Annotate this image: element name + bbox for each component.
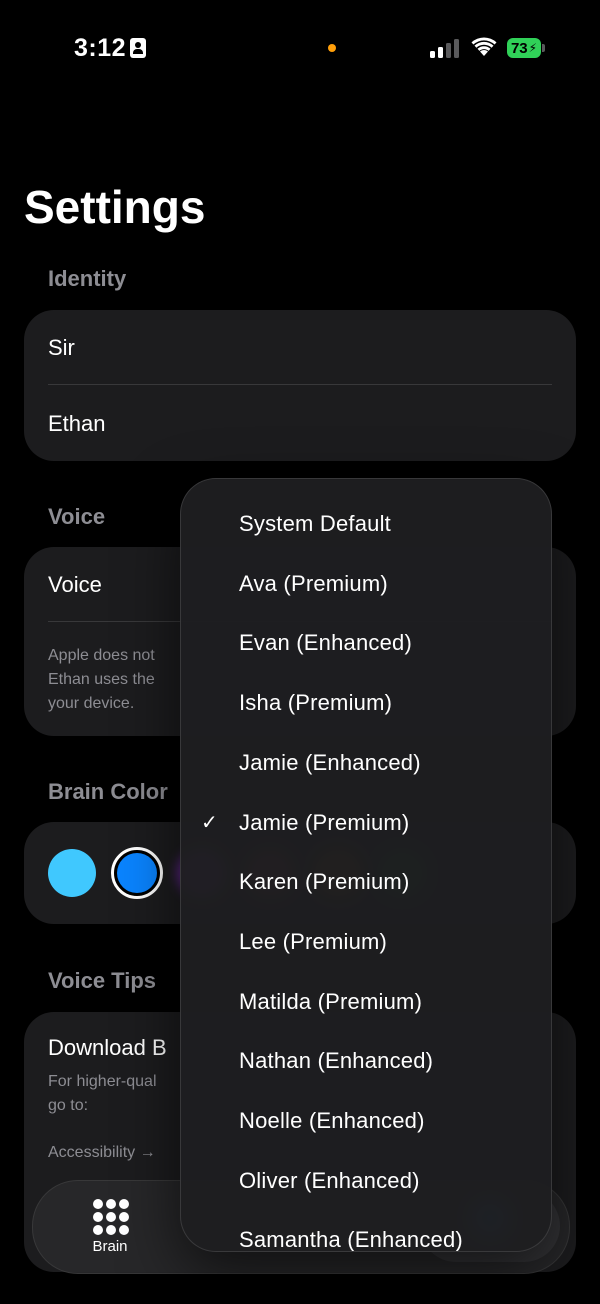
privacy-indicator-dot bbox=[328, 44, 336, 52]
voice-option[interactable]: Samantha (Enhanced) bbox=[181, 1215, 551, 1252]
voice-option[interactable]: Lee (Premium) bbox=[181, 917, 551, 967]
voice-option-label: Lee (Premium) bbox=[239, 928, 388, 954]
voice-option-label: Evan (Enhanced) bbox=[239, 630, 412, 656]
voice-option[interactable]: Nathan (Enhanced) bbox=[181, 1036, 551, 1086]
cellular-signal-icon bbox=[430, 38, 460, 58]
identity-card bbox=[24, 310, 576, 461]
identity-divider bbox=[48, 384, 552, 385]
voice-option-label: System Default bbox=[239, 511, 391, 536]
voice-option[interactable]: Matilda (Premium) bbox=[181, 977, 551, 1027]
wifi-icon bbox=[471, 37, 497, 56]
battery-indicator: 73 ⚡ bbox=[507, 38, 541, 58]
color-swatch-cyan[interactable] bbox=[48, 849, 96, 897]
voice-tips-body: For higher-qual go to: bbox=[48, 1070, 157, 1118]
voice-option[interactable]: Karen (Premium) bbox=[181, 857, 551, 907]
voice-option[interactable]: Ava (Premium) bbox=[181, 559, 551, 609]
voice-option[interactable]: ✓ Jamie (Premium) bbox=[181, 798, 551, 848]
page-title: Settings bbox=[24, 181, 206, 233]
voice-option[interactable]: Jamie (Enhanced) bbox=[181, 738, 551, 788]
charging-bolt-icon: ⚡ bbox=[528, 41, 538, 55]
voice-section-header: Voice bbox=[48, 504, 106, 529]
voice-option[interactable]: Isha (Premium) bbox=[181, 678, 551, 728]
tab-brain-label[interactable]: Brain bbox=[80, 1238, 140, 1255]
status-time: 3:12 bbox=[74, 34, 127, 62]
voice-picker-row[interactable]: Voice bbox=[48, 572, 102, 598]
assistant-name-field[interactable]: Ethan bbox=[48, 411, 106, 437]
voice-tips-section-header: Voice Tips bbox=[48, 968, 157, 993]
voice-footnote: Apple does not Ethan uses the your devic… bbox=[48, 644, 155, 716]
voice-tips-line: go to: bbox=[48, 1097, 89, 1114]
identity-section-header: Identity bbox=[48, 266, 127, 291]
battery-cap bbox=[542, 44, 545, 52]
voice-footnote-line: Apple does not bbox=[48, 647, 155, 664]
brain-tab-grid-icon[interactable] bbox=[93, 1199, 129, 1235]
voice-option-label: Ava (Premium) bbox=[239, 570, 388, 596]
voice-option[interactable]: Noelle (Enhanced) bbox=[181, 1096, 551, 1146]
voice-option-label: Oliver (Enhanced) bbox=[239, 1167, 420, 1193]
battery-level: 73 bbox=[510, 39, 528, 57]
user-name-field[interactable]: Sir bbox=[48, 335, 75, 361]
voice-option-label: Samantha (Enhanced) bbox=[239, 1227, 463, 1252]
voice-option-label: Jamie (Premium) bbox=[239, 809, 410, 835]
checkmark-icon: ✓ bbox=[201, 811, 218, 834]
voice-option-label: Isha (Premium) bbox=[239, 690, 393, 716]
contact-card-icon bbox=[130, 38, 146, 58]
voice-option-label: Jamie (Enhanced) bbox=[239, 749, 421, 775]
voice-option-label: Nathan (Enhanced) bbox=[239, 1048, 434, 1074]
voice-option[interactable]: System Default bbox=[181, 499, 551, 549]
voice-footnote-line: your device. bbox=[48, 695, 135, 712]
voice-option[interactable]: Oliver (Enhanced) bbox=[181, 1156, 551, 1206]
voice-option[interactable]: Evan (Enhanced) bbox=[181, 618, 551, 668]
color-swatch-blue-selected[interactable] bbox=[111, 847, 163, 899]
voice-tips-title: Download B bbox=[48, 1035, 167, 1060]
accessibility-path-link[interactable]: Accessibility → bbox=[48, 1141, 156, 1165]
voice-footnote-line: Ethan uses the bbox=[48, 671, 155, 688]
voice-option-label: Matilda (Premium) bbox=[239, 988, 423, 1014]
voice-tips-line: For higher-qual bbox=[48, 1073, 157, 1090]
brain-color-section-header: Brain Color bbox=[48, 779, 168, 804]
voice-option-label: Noelle (Enhanced) bbox=[239, 1108, 425, 1133]
voice-option-label: Karen (Premium) bbox=[239, 869, 410, 895]
voice-dropdown-menu: System Default Ava (Premium) Evan (Enhance… bbox=[180, 478, 552, 1252]
